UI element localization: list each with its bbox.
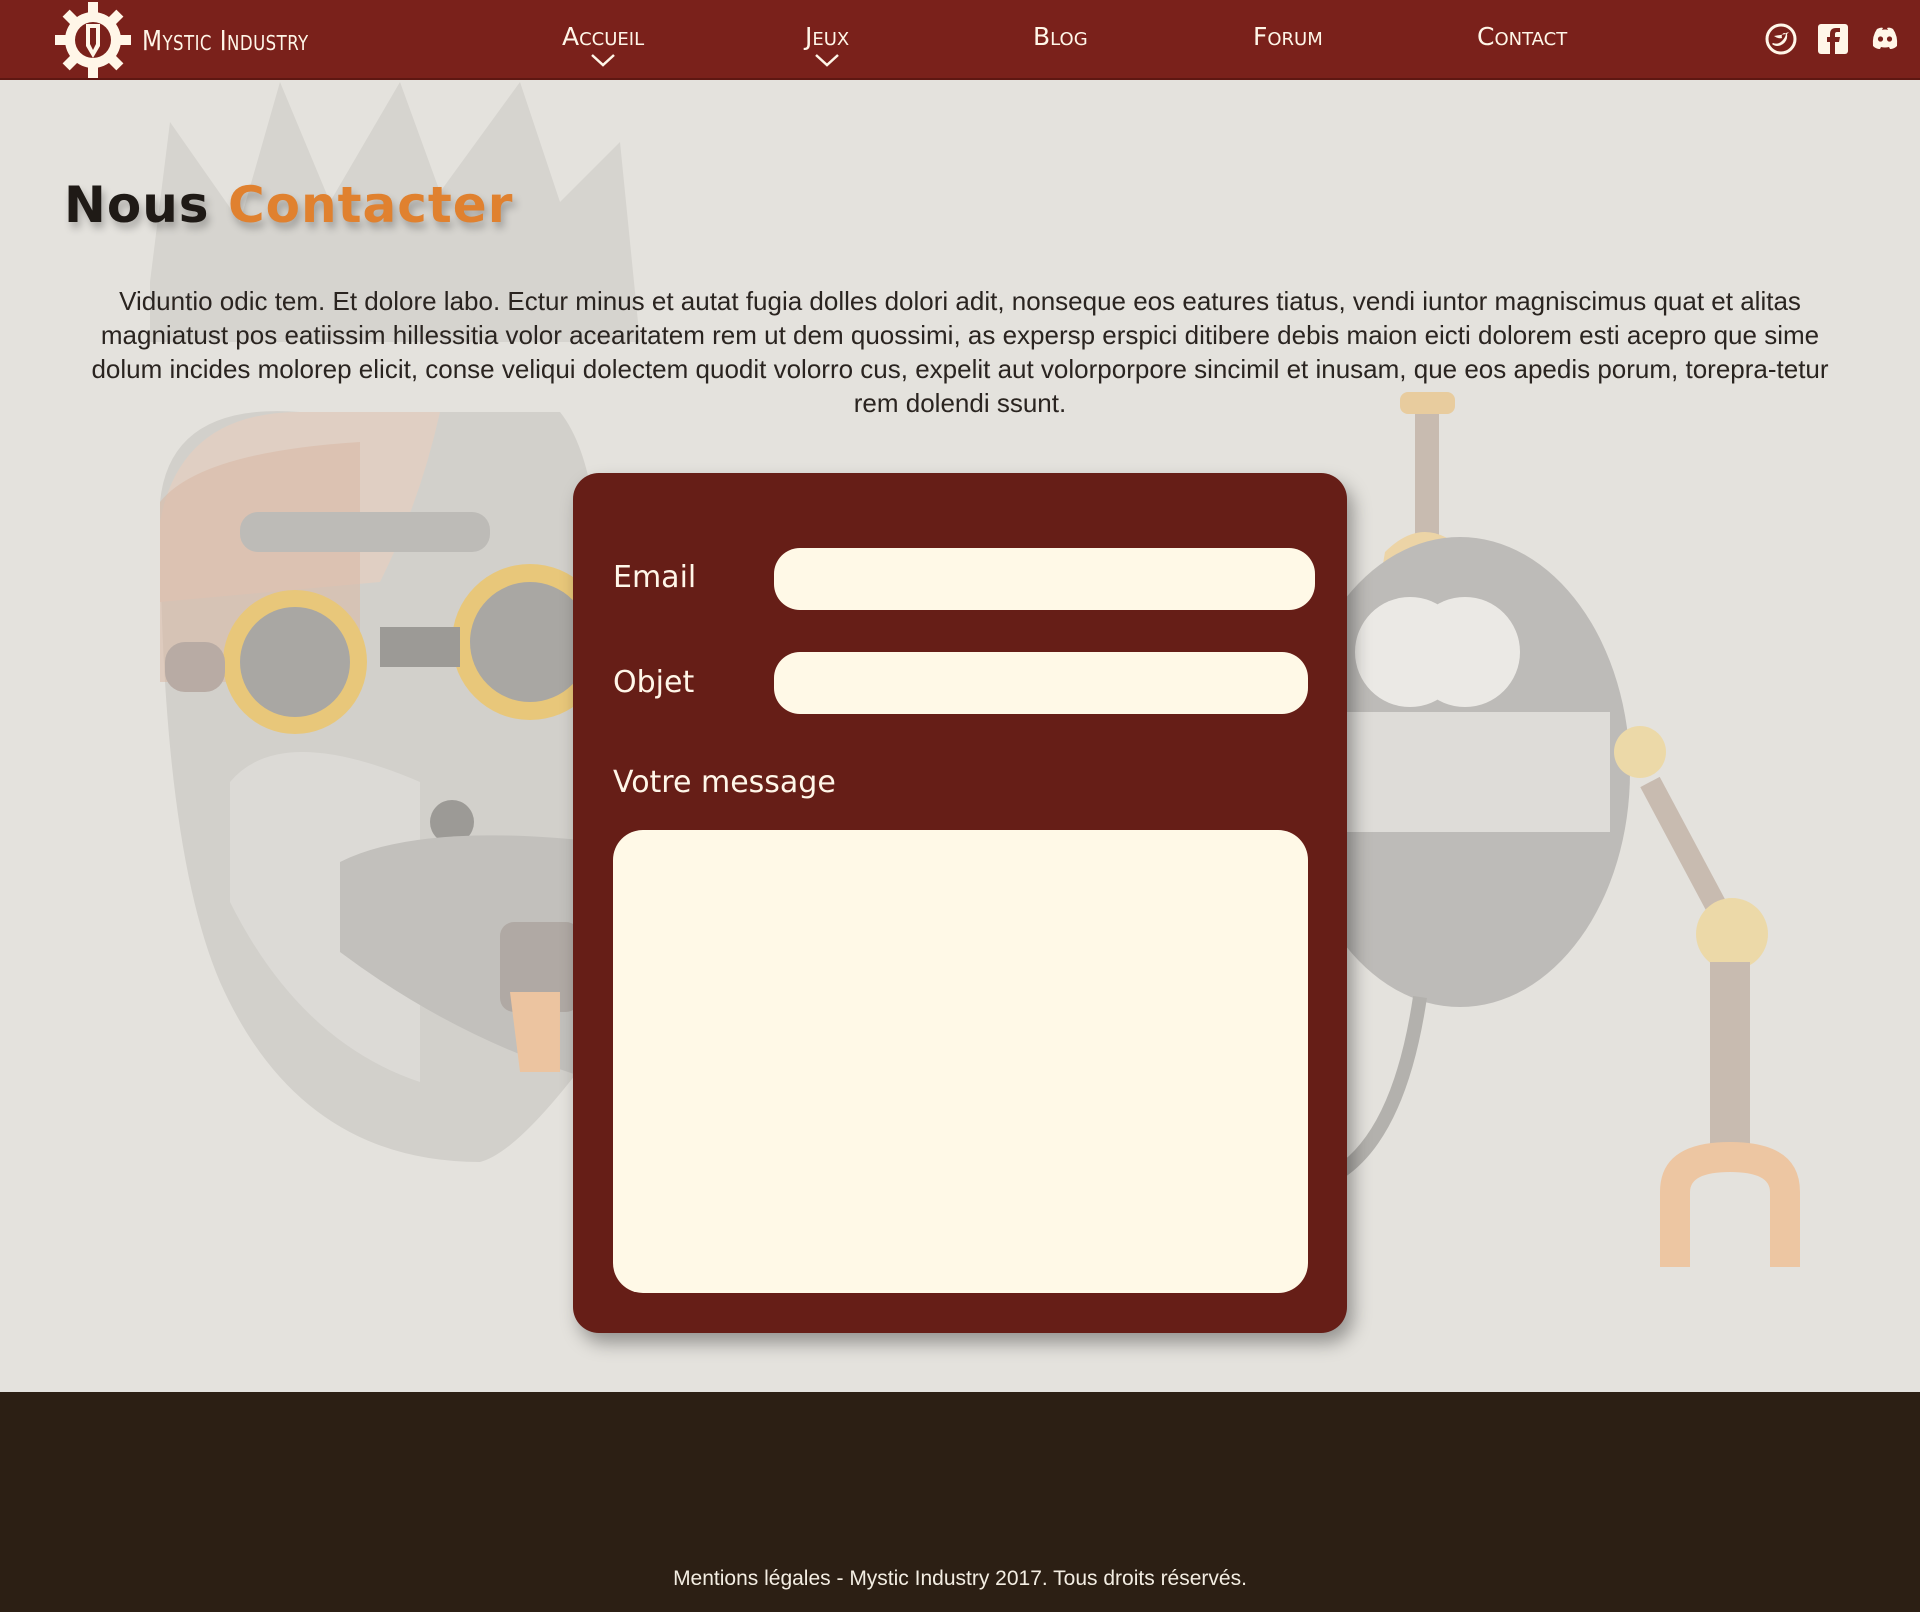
email-label: Email [613, 560, 697, 595]
nav-label: Accueil [562, 22, 645, 51]
page-title-word-1: Nous [64, 176, 210, 234]
subject-field[interactable] [774, 652, 1308, 714]
nav-item-jeux[interactable]: Jeux [805, 22, 849, 67]
nav-label: Contact [1477, 22, 1568, 51]
twitter-icon[interactable] [1764, 22, 1798, 56]
top-navigation-bar: Mystic Industry Accueil Jeux Blog Forum … [0, 0, 1920, 80]
discord-icon[interactable] [1868, 22, 1902, 56]
contact-form: Email Objet Votre message [573, 473, 1347, 1333]
facebook-icon[interactable] [1816, 22, 1850, 56]
nav-item-accueil[interactable]: Accueil [562, 22, 644, 67]
page-title-word-2: Contacter [227, 176, 514, 234]
gear-logo-icon [55, 2, 131, 78]
brand-name: Mystic Industry [142, 23, 309, 57]
footer: Mentions légales - Mystic Industry 2017.… [0, 1392, 1920, 1612]
nav-label: Jeux [805, 22, 850, 51]
brand[interactable]: Mystic Industry [52, 2, 323, 78]
subject-label: Objet [613, 665, 695, 700]
page-title: Nous Contacter [64, 176, 513, 234]
email-field[interactable] [774, 548, 1315, 610]
robot-character [1290, 392, 1800, 1267]
social-links [1764, 22, 1902, 56]
intro-paragraph: Viduntio odic tem. Et dolore labo. Ectur… [91, 286, 1829, 418]
nav-label: Forum [1253, 22, 1323, 51]
nav-item-blog[interactable]: Blog [1033, 22, 1088, 51]
goggle-character [160, 411, 608, 1162]
footer-legal-text[interactable]: Mentions légales - Mystic Industry 2017.… [0, 1567, 1920, 1591]
nav-item-forum[interactable]: Forum [1253, 22, 1323, 51]
chevron-down-icon [591, 54, 615, 67]
message-label: Votre message [613, 765, 836, 800]
nav-label: Blog [1033, 22, 1088, 51]
nav-item-contact[interactable]: Contact [1477, 22, 1567, 51]
message-textarea[interactable] [613, 830, 1308, 1293]
chevron-down-icon [815, 54, 839, 67]
